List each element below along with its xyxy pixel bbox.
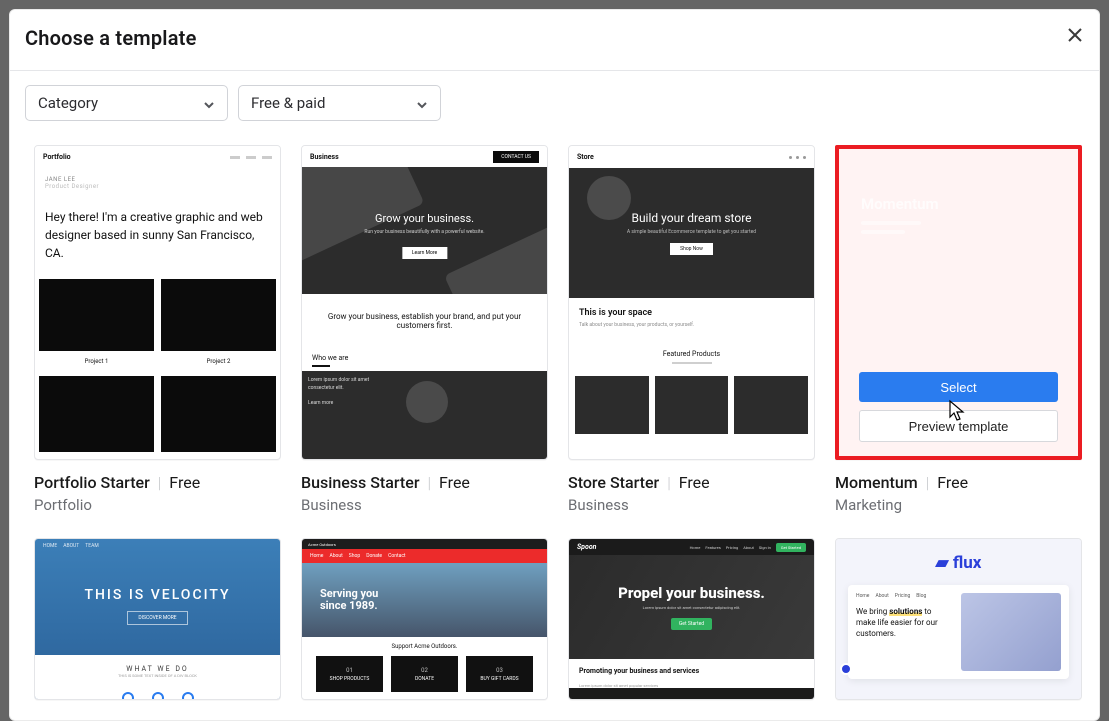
template-thumbnail: SpoonHomeFeaturesPricingAboutSign inGet … (568, 538, 815, 700)
template-card-acme[interactable]: Acme Outdoors HomeAboutShopDonateContact… (301, 538, 548, 700)
template-card-velocity[interactable]: HOMEABOUTTEAM THIS IS VELOCITY DISCOVER … (34, 538, 281, 700)
template-chooser-modal: Choose a template Category Free & paid (9, 9, 1100, 721)
thumb-brand: Store (577, 153, 594, 161)
template-thumbnail: ▰ flux HomeAboutPricingBlog We bring sol… (835, 538, 1082, 700)
template-thumbnail: Store Build your dream store A simple be… (568, 145, 815, 460)
thumb-brand: Portfolio (43, 153, 71, 161)
template-category: Portfolio (34, 496, 281, 514)
chevron-down-icon (416, 97, 428, 109)
template-category: Business (301, 496, 548, 514)
template-card-business-starter[interactable]: BusinessCONTACT US Grow your business. R… (301, 145, 548, 514)
template-category: Business (568, 496, 815, 514)
template-card-flux[interactable]: ▰ flux HomeAboutPricingBlog We bring sol… (835, 538, 1082, 700)
template-card-spoon[interactable]: SpoonHomeFeaturesPricingAboutSign inGet … (568, 538, 815, 700)
template-price: Free (679, 473, 710, 492)
template-thumbnail: Momentum Select Preview template (835, 145, 1082, 460)
filter-toolbar: Category Free & paid (10, 71, 1099, 121)
template-name: Momentum (835, 473, 918, 492)
modal-title: Choose a template (25, 26, 1084, 50)
category-dropdown[interactable]: Category (25, 85, 228, 121)
template-thumbnail: Acme Outdoors HomeAboutShopDonateContact… (301, 538, 548, 700)
price-dropdown-label: Free & paid (251, 94, 325, 112)
price-dropdown[interactable]: Free & paid (238, 85, 441, 121)
close-icon (1068, 28, 1082, 45)
template-thumbnail: HOMEABOUTTEAM THIS IS VELOCITY DISCOVER … (34, 538, 281, 700)
select-template-button[interactable]: Select (859, 372, 1058, 402)
thumb-title: Momentum (861, 195, 939, 213)
template-category: Marketing (835, 496, 1082, 514)
template-price: Free (439, 473, 470, 492)
thumb-hero-text: Hey there! I'm a creative graphic and we… (35, 190, 280, 272)
template-card-portfolio-starter[interactable]: Portfolio JANE LEEProduct Designer Hey t… (34, 145, 281, 514)
cursor-icon (947, 399, 967, 423)
template-name: Business Starter (301, 473, 419, 492)
chevron-down-icon (203, 97, 215, 109)
template-name: Portfolio Starter (34, 473, 150, 492)
template-grid: Portfolio JANE LEEProduct Designer Hey t… (34, 145, 1075, 700)
thumb-brand: Business (310, 153, 339, 161)
category-dropdown-label: Category (38, 94, 98, 112)
close-button[interactable] (1061, 22, 1089, 50)
template-price: Free (937, 473, 968, 492)
template-thumbnail: BusinessCONTACT US Grow your business. R… (301, 145, 548, 460)
template-thumbnail: Portfolio JANE LEEProduct Designer Hey t… (34, 145, 281, 460)
thumb-smalltext: JANE LEEProduct Designer (45, 176, 270, 190)
template-price: Free (169, 473, 200, 492)
template-name: Store Starter (568, 473, 659, 492)
template-card-store-starter[interactable]: Store Build your dream store A simple be… (568, 145, 815, 514)
template-card-momentum[interactable]: Momentum Select Preview template (835, 145, 1082, 514)
